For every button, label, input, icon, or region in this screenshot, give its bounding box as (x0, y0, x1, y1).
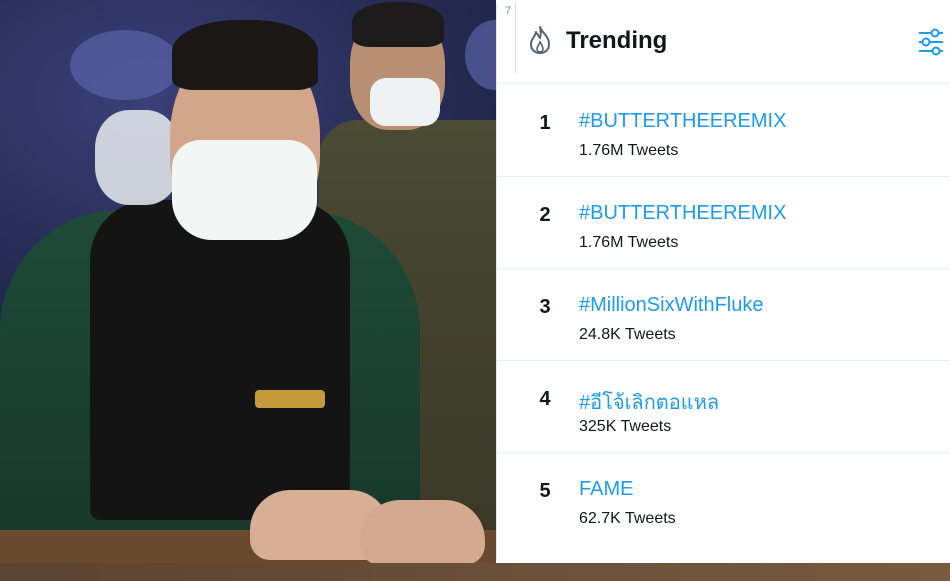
man-hair (172, 20, 318, 90)
trend-rank: 5 (539, 480, 551, 502)
trend-item[interactable]: 5 FAME 62.7K Tweets (497, 452, 950, 544)
trend-hashtag[interactable]: #อีโจ้เลิกตอแหล (579, 386, 719, 418)
trend-tweet-count: 325K Tweets (579, 418, 672, 435)
trend-tweet-count: 24.8K Tweets (579, 326, 676, 343)
trend-tweet-count: 1.76M Tweets (579, 234, 679, 251)
trend-item[interactable]: 4 #อีโจ้เลิกตอแหล 325K Tweets (497, 360, 950, 453)
trend-item[interactable]: 3 #MillionSixWithFluke 24.8K Tweets (497, 268, 950, 361)
trend-rank: 1 (539, 112, 551, 134)
photo-bottom-strip (0, 563, 950, 581)
flame-icon (530, 26, 550, 54)
background-photo (0, 0, 496, 581)
trend-hashtag[interactable]: #MillionSixWithFluke (579, 294, 764, 317)
officer-mask (370, 78, 440, 126)
trend-rank: 3 (539, 296, 551, 318)
trend-tweet-count: 1.76M Tweets (579, 142, 679, 159)
filter-sliders-icon[interactable] (917, 25, 945, 57)
officer-hair (352, 2, 444, 47)
trend-rank: 2 (539, 204, 551, 226)
trend-item[interactable]: 1 #BUTTERTHEEREMIX 1.76M Tweets (497, 84, 950, 177)
trend-hashtag[interactable]: FAME (579, 478, 633, 501)
trending-header: Trending (497, 3, 950, 84)
trending-panel: 7 Trending 1 #BUTTERTHEEREMIX 1.76M Twee… (496, 3, 950, 560)
trend-tweet-count: 62.7K Tweets (579, 510, 676, 527)
man-mask (172, 140, 317, 240)
hand (360, 500, 485, 565)
trend-hashtag[interactable]: #BUTTERTHEEREMIX (579, 110, 786, 133)
trend-hashtag[interactable]: #BUTTERTHEEREMIX (579, 202, 786, 225)
tactical-vest (90, 200, 350, 520)
wall-emblem (70, 30, 180, 100)
helmet (95, 110, 180, 205)
trend-item[interactable]: 2 #BUTTERTHEEREMIX 1.76M Tweets (497, 176, 950, 269)
vest-badge (255, 390, 325, 408)
trend-rank: 4 (539, 388, 551, 410)
page-title: Trending (566, 27, 668, 54)
